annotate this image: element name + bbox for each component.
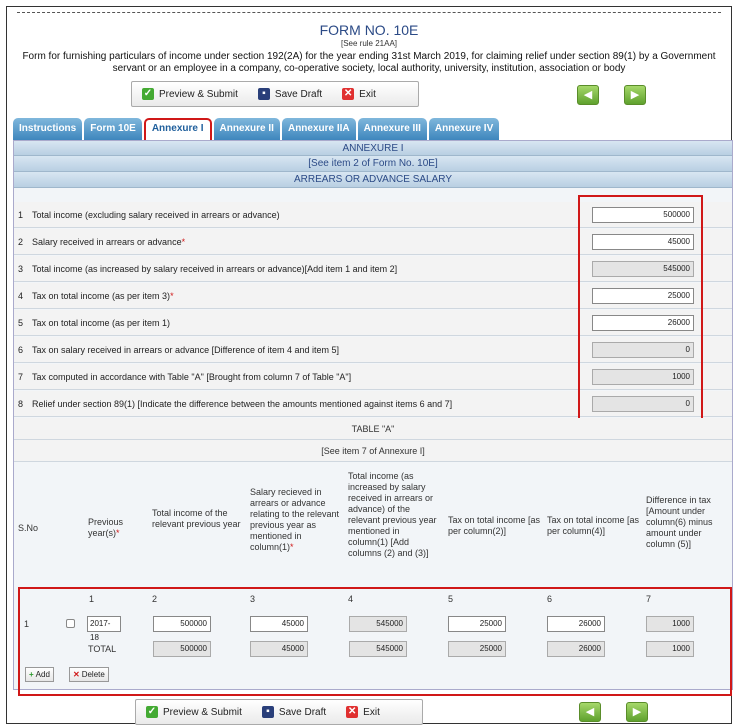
tab-annexure-i[interactable]: Annexure I [143, 118, 212, 140]
form-title: FORM NO. 10E [319, 22, 419, 38]
annexure-panel: ANNEXURE I [See item 2 of Form No. 10E] … [13, 140, 733, 696]
tab-bar: Instructions Form 10E Annexure I Annexur… [13, 118, 501, 140]
item-number: 3 [18, 264, 24, 274]
total-salary-arrears-value: 45000 [250, 641, 308, 657]
exit-button-bottom[interactable]: ✕ Exit [346, 706, 380, 718]
item-number: 6 [18, 345, 24, 355]
check-icon: ✓ [146, 706, 158, 718]
row-sno: 1 [24, 619, 30, 629]
preview-submit-button-bottom[interactable]: ✓ Preview & Submit [146, 706, 242, 718]
item-label: Tax on total income (as per item 3)* [32, 291, 174, 301]
close-icon: ✕ [346, 706, 359, 718]
tab-annexure-ii[interactable]: Annexure II [213, 118, 280, 140]
form-description: Form for furnishing particulars of incom… [22, 51, 716, 74]
save-icon: ▪ [257, 88, 270, 100]
column-number: 3 [250, 594, 256, 604]
table-a-title: TABLE "A" [14, 418, 732, 440]
tab-annexure-iv[interactable]: Annexure IV [428, 118, 500, 140]
tab-annexure-iii[interactable]: Annexure III [357, 118, 427, 140]
header-previous-year: Previous year(s)* [88, 517, 124, 538]
header-increased-income: Total income (as increased by salary rec… [348, 471, 437, 558]
item-label: Total income (excluding salary received … [32, 210, 280, 220]
form-header: FORM NO. 10E [See rule 21AA] Form for fu… [7, 21, 731, 75]
total-label: TOTAL [88, 644, 117, 654]
header-tax-col4: Tax on total income [as per column(4)] [547, 515, 640, 536]
row-increased-income-value: 545000 [349, 616, 407, 632]
annexure-section: ARREARS OR ADVANCE SALARY [14, 172, 732, 188]
annexure-title: ANNEXURE I [14, 141, 732, 156]
total-income-value: 500000 [153, 641, 211, 657]
header-sno: S.No [18, 523, 39, 533]
tab-instructions[interactable]: Instructions [13, 118, 83, 140]
total-tax-col2-value: 25000 [448, 641, 506, 657]
item-number: 4 [18, 291, 24, 301]
row-salary-arrears-input[interactable]: 45000 [250, 616, 308, 632]
next-arrow-icon[interactable]: ▶ [626, 702, 648, 722]
total-tax-col4-value: 26000 [547, 641, 605, 657]
delete-row-button[interactable]: ✕ Delete [69, 667, 109, 682]
row-checkbox[interactable] [66, 619, 75, 628]
prev-arrow-icon[interactable]: ◀ [579, 702, 601, 722]
tab-annexure-iia[interactable]: Annexure IIA [281, 118, 356, 140]
column-number: 5 [448, 594, 454, 604]
item-label: Tax computed in accordance with Table "A… [32, 372, 352, 382]
item-number: 7 [18, 372, 24, 382]
item-label: Tax on total income (as per item 1) [32, 318, 171, 328]
row-tax-col4-input[interactable]: 26000 [547, 616, 605, 632]
column-number: 4 [348, 594, 354, 604]
header-salary-arrears: Salary recieved in arrears or advance re… [250, 487, 340, 552]
column-number: 6 [547, 594, 553, 604]
add-row-button[interactable]: + Add [25, 667, 54, 682]
item-number: 2 [18, 237, 24, 247]
column-number: 2 [152, 594, 158, 604]
header-tax-col2: Tax on total income [as per column(2)] [448, 515, 541, 536]
row-tax-col2-input[interactable]: 25000 [448, 616, 506, 632]
save-draft-button-bottom[interactable]: ▪ Save Draft [261, 706, 326, 718]
delete-icon: ✕ [73, 670, 80, 679]
top-divider [17, 12, 721, 13]
row-difference-value: 1000 [646, 616, 694, 632]
item-label: Salary received in arrears or advance* [32, 237, 186, 247]
items-highlight [578, 195, 703, 423]
preview-submit-button[interactable]: ✓ Preview & Submit [142, 88, 238, 100]
column-number: 1 [89, 594, 95, 604]
item-label: Total income (as increased by salary rec… [32, 264, 398, 274]
annexure-see: [See item 2 of Form No. 10E] [14, 156, 732, 172]
item-number: 5 [18, 318, 24, 328]
item-number: 1 [18, 210, 24, 220]
column-number: 7 [646, 594, 652, 604]
item-label: Relief under section 89(1) [Indicate the… [32, 399, 453, 409]
save-icon: ▪ [261, 706, 274, 718]
item-number: 8 [18, 399, 24, 409]
exit-button[interactable]: ✕ Exit [342, 88, 376, 100]
next-arrow-icon[interactable]: ▶ [624, 85, 646, 105]
tab-form-10e[interactable]: Form 10E [84, 118, 142, 140]
form-window: FORM NO. 10E [See rule 21AA] Form for fu… [6, 6, 733, 725]
total-increased-income-value: 545000 [349, 641, 407, 657]
top-toolbar: ✓ Preview & Submit ▪ Save Draft ✕ Exit [131, 81, 419, 107]
plus-icon: + [29, 670, 34, 679]
header-difference: Difference in tax [Amount under column(6… [646, 495, 713, 549]
table-a-see: [See item 7 of Annexure I] [14, 440, 732, 462]
total-difference-value: 1000 [646, 641, 694, 657]
prev-arrow-icon[interactable]: ◀ [577, 85, 599, 105]
close-icon: ✕ [342, 88, 355, 100]
form-rule: [See rule 21AA] [340, 39, 398, 48]
bottom-toolbar: ✓ Preview & Submit ▪ Save Draft ✕ Exit [135, 699, 423, 725]
header-total-income: Total income of the relevant previous ye… [152, 508, 241, 529]
item-label: Tax on salary received in arrears or adv… [32, 345, 339, 355]
row-total-income-input[interactable]: 500000 [153, 616, 211, 632]
check-icon: ✓ [142, 88, 154, 100]
previous-year-input[interactable]: 2017-18 [87, 616, 121, 642]
save-draft-button[interactable]: ▪ Save Draft [257, 88, 322, 100]
